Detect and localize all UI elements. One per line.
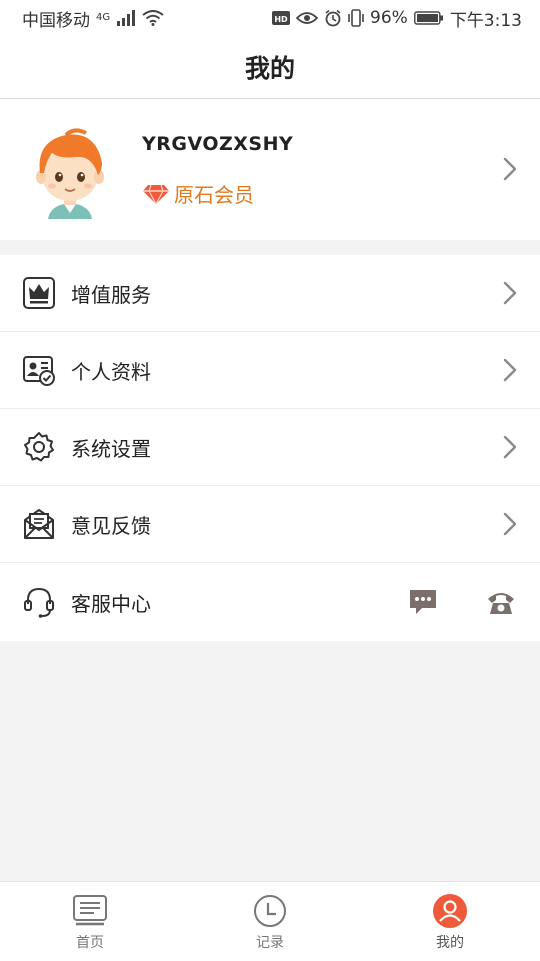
battery-percent: 96%: [370, 8, 408, 28]
user-icon: [433, 894, 467, 928]
wifi-icon: [142, 10, 164, 26]
menu-item-label: 系统设置: [71, 436, 151, 461]
chevron-right-icon: [503, 512, 517, 536]
carrier-name: 中国移动: [22, 10, 90, 31]
signal-icon: [117, 10, 136, 26]
membership-label: 原石会员: [174, 183, 254, 207]
mail-icon: [24, 509, 54, 539]
phone-icon[interactable]: [486, 588, 516, 616]
tab-mine[interactable]: 我的: [360, 882, 540, 961]
eye-icon: [296, 12, 319, 24]
gear-icon: [24, 432, 54, 462]
tab-label: 我的: [436, 935, 464, 951]
hd-icon: HD: [272, 11, 291, 25]
headset-icon: [24, 587, 54, 618]
tab-records[interactable]: 记录: [180, 882, 360, 961]
menu-item-label: 客服中心: [71, 591, 151, 616]
svg-text:HD: HD: [274, 15, 288, 24]
membership-badge: 原石会员: [142, 179, 254, 208]
status-bar: 中国移动 4G HD 96% 下午3:13: [0, 0, 540, 36]
menu-item-label: 意见反馈: [71, 513, 151, 538]
vibrate-icon: [348, 9, 364, 27]
chevron-right-icon: [503, 157, 517, 181]
menu-item-settings[interactable]: 系统设置: [0, 409, 540, 486]
profile-card-icon: [23, 356, 55, 386]
tab-label: 首页: [76, 935, 104, 951]
menu-item-feedback[interactable]: 意见反馈: [0, 486, 540, 563]
diamond-icon: [143, 184, 169, 205]
title-bar: 我的: [0, 36, 540, 99]
clock-time: 下午3:13: [449, 10, 522, 31]
profile-card[interactable]: YRGVOZXSHY 原石会员: [0, 99, 540, 240]
menu-item-profile[interactable]: 个人资料: [0, 332, 540, 409]
menu-item-customer-service[interactable]: 客服中心: [0, 563, 540, 641]
chevron-right-icon: [503, 281, 517, 305]
tab-home[interactable]: 首页: [0, 882, 180, 961]
chat-icon[interactable]: [408, 588, 438, 616]
page-title: 我的: [244, 54, 295, 83]
home-icon: [73, 895, 107, 926]
battery-icon: [413, 11, 443, 25]
chevron-right-icon: [503, 435, 517, 459]
username: YRGVOZXSHY: [142, 133, 294, 155]
alarm-icon: [325, 9, 341, 27]
clock-icon: [254, 895, 286, 927]
network-type: 4G: [96, 11, 111, 23]
crown-icon: [23, 277, 55, 309]
chevron-right-icon: [503, 358, 517, 382]
tab-label: 记录: [256, 935, 284, 951]
avatar: [36, 128, 104, 219]
bottom-tab-bar: 首页 记录 我的: [0, 881, 540, 961]
menu-item-label: 个人资料: [71, 359, 151, 384]
menu-item-value-added[interactable]: 增值服务: [0, 255, 540, 332]
menu-list: 增值服务 个人资料 系统设置 意见反馈 客服中心: [0, 255, 540, 641]
menu-item-label: 增值服务: [71, 282, 151, 307]
